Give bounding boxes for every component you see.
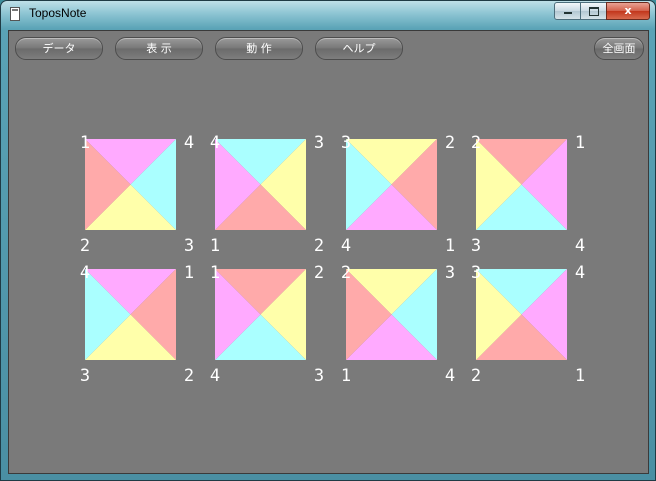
topos-tile[interactable]: 4 1 3 2 (80, 263, 194, 386)
corner-label-tr: 2 (444, 133, 456, 153)
title-bar[interactable]: ToposNote x (1, 1, 655, 30)
tile-square (85, 269, 176, 360)
window-title: ToposNote (29, 6, 87, 20)
app-document-icon (10, 7, 20, 21)
corner-label-tl: 1 (79, 133, 91, 153)
corner-label-br: 3 (313, 366, 325, 386)
corner-label-tl: 3 (340, 133, 352, 153)
corner-label-tr: 3 (313, 133, 325, 153)
topos-tile[interactable]: 2 3 1 4 (341, 263, 455, 386)
corner-label-bl: 2 (470, 366, 482, 386)
topos-tile[interactable]: 1 2 4 3 (210, 263, 324, 386)
menu-data-button[interactable]: データ (15, 37, 103, 60)
corner-label-tl: 1 (209, 263, 221, 283)
topos-tile[interactable]: 4 3 1 2 (210, 133, 324, 256)
corner-label-br: 1 (574, 366, 586, 386)
corner-label-bl: 4 (209, 366, 221, 386)
corner-label-bl: 1 (340, 366, 352, 386)
close-icon: x (624, 4, 632, 17)
tile-square (215, 269, 306, 360)
maximize-icon (588, 7, 599, 16)
corner-label-tr: 1 (183, 263, 195, 283)
topos-tile[interactable]: 2 1 3 4 (471, 133, 585, 256)
corner-label-tl: 2 (340, 263, 352, 283)
corner-label-bl: 3 (470, 236, 482, 256)
corner-label-br: 1 (444, 236, 456, 256)
corner-label-br: 2 (313, 236, 325, 256)
topos-tile[interactable]: 1 4 2 3 (80, 133, 194, 256)
corner-label-br: 4 (574, 236, 586, 256)
corner-label-bl: 1 (209, 236, 221, 256)
maximize-button[interactable] (580, 2, 607, 20)
corner-label-tr: 3 (444, 263, 456, 283)
corner-label-tr: 4 (574, 263, 586, 283)
topos-tile[interactable]: 3 4 2 1 (471, 263, 585, 386)
corner-label-tl: 4 (209, 133, 221, 153)
corner-label-tl: 3 (470, 263, 482, 283)
tile-square (346, 139, 437, 230)
tile-square (85, 139, 176, 230)
corner-label-bl: 2 (79, 236, 91, 256)
corner-label-br: 2 (183, 366, 195, 386)
topos-tile[interactable]: 3 2 4 1 (341, 133, 455, 256)
corner-label-tr: 1 (574, 133, 586, 153)
canvas-area[interactable]: データ 表 示 動 作 ヘルプ 全画面 1423 4312 3241 2134 … (8, 30, 649, 474)
close-button[interactable]: x (606, 2, 650, 20)
corner-label-bl: 4 (340, 236, 352, 256)
corner-label-bl: 3 (79, 366, 91, 386)
menu-view-button[interactable]: 表 示 (115, 37, 203, 60)
menu-help-button[interactable]: ヘルプ (315, 37, 403, 60)
corner-label-br: 3 (183, 236, 195, 256)
corner-label-tr: 4 (183, 133, 195, 153)
minimize-button[interactable] (554, 2, 581, 20)
tile-square (346, 269, 437, 360)
app-window: ToposNote x データ 表 示 動 作 ヘルプ 全画面 1423 431… (0, 0, 656, 481)
minimize-icon (563, 12, 572, 14)
tile-square (215, 139, 306, 230)
menu-action-button[interactable]: 動 作 (215, 37, 303, 60)
corner-label-tl: 2 (470, 133, 482, 153)
tile-square (476, 139, 567, 230)
fullscreen-button[interactable]: 全画面 (594, 37, 644, 60)
tile-square (476, 269, 567, 360)
corner-label-tr: 2 (313, 263, 325, 283)
corner-label-tl: 4 (79, 263, 91, 283)
corner-label-br: 4 (444, 366, 456, 386)
